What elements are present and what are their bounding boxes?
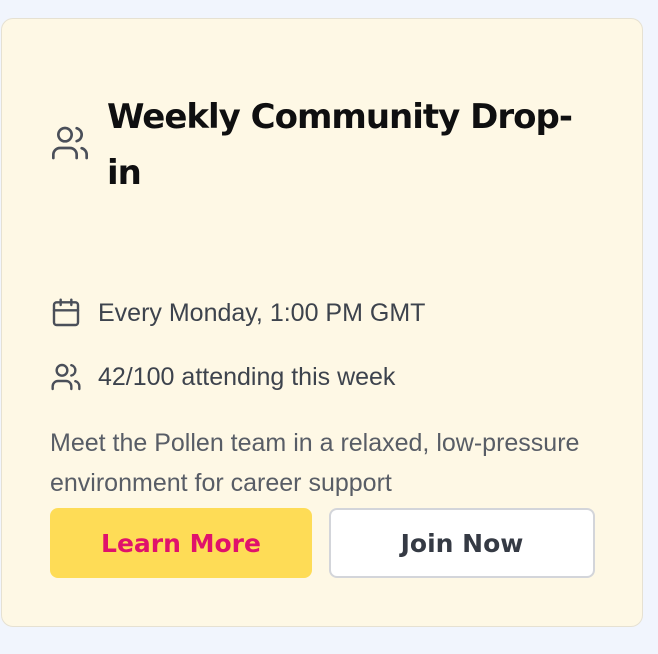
join-now-button[interactable]: Join Now [329,508,595,578]
calendar-icon [50,297,82,329]
event-title: Weekly Community Drop-in [107,97,573,193]
schedule-text: Every Monday, 1:00 PM GMT [98,298,426,327]
attendance-text: 42/100 attending this week [98,362,396,391]
event-card: Weekly Community Drop-in Every Monday, 1… [1,18,643,627]
users-icon [50,361,82,393]
event-schedule: Every Monday, 1:00 PM GMT [50,297,425,329]
learn-more-button[interactable]: Learn More [50,508,312,578]
users-icon [50,123,90,163]
event-attendance: 42/100 attending this week [50,361,395,393]
event-description: Meet the Pollen team in a relaxed, low-p… [50,429,580,497]
